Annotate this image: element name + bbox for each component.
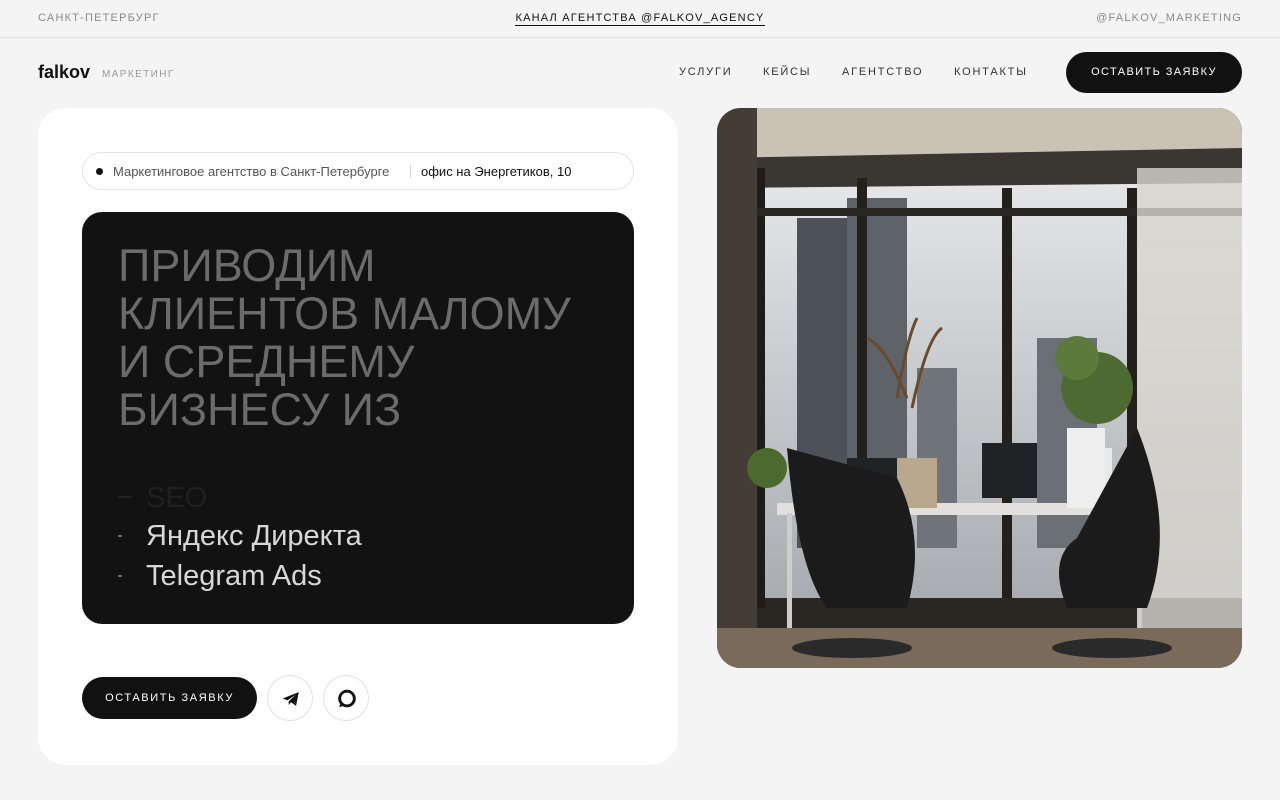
nav-item-services[interactable]: УСЛУГИ bbox=[679, 66, 732, 78]
nav-item-agency[interactable]: АГЕНТСТВО bbox=[842, 66, 923, 78]
channel-link[interactable]: КАНАЛ АГЕНТСТВА @FALKOV_AGENCY bbox=[515, 12, 765, 26]
hero-request-button[interactable]: ОСТАВИТЬ ЗАЯВКУ bbox=[82, 677, 257, 719]
service-bullet-icon bbox=[118, 575, 122, 577]
hero-panel: ПРИВОДИМ КЛИЕНТОВ МАЛОМУ И СРЕДНЕМУ БИЗН… bbox=[82, 212, 634, 624]
office-illustration bbox=[717, 108, 1242, 668]
logo-subtitle: МАРКЕТИНГ bbox=[102, 69, 175, 80]
telegram-icon bbox=[282, 692, 299, 706]
header-request-button[interactable]: ОСТАВИТЬ ЗАЯВКУ bbox=[1066, 52, 1242, 93]
agency-badge: Маркетинговое агентство в Санкт-Петербур… bbox=[82, 152, 634, 190]
chat-icon bbox=[338, 689, 356, 708]
channel-link-wrap: КАНАЛ АГЕНТСТВА @FALKOV_AGENCY bbox=[0, 12, 1280, 26]
badge-text: Маркетинговое агентство в Санкт-Петербур… bbox=[113, 164, 390, 179]
nav-item-cases[interactable]: КЕЙСЫ bbox=[763, 66, 811, 78]
service-item-telegram-ads: Telegram Ads bbox=[146, 560, 322, 592]
hero-headline: ПРИВОДИМ КЛИЕНТОВ МАЛОМУ И СРЕДНЕМУ БИЗН… bbox=[118, 240, 571, 435]
badge-address: офис на Энергетиков, 10 bbox=[421, 164, 572, 179]
hero-card: Маркетинговое агентство в Санкт-Петербур… bbox=[38, 108, 678, 765]
service-bullet-icon bbox=[118, 535, 122, 537]
service-bullet-icon bbox=[118, 496, 132, 498]
office-photo bbox=[717, 108, 1242, 668]
telegram-button[interactable] bbox=[267, 675, 313, 721]
top-bar: САНКТ-ПЕТЕРБУРГ КАНАЛ АГЕНТСТВА @FALKOV_… bbox=[0, 0, 1280, 38]
chat-button[interactable] bbox=[323, 675, 369, 721]
handle-link[interactable]: @FALKOV_MARKETING bbox=[1096, 12, 1242, 24]
service-item-yandex-direct: Яндекс Директа bbox=[146, 520, 362, 552]
nav-item-contacts[interactable]: КОНТАКТЫ bbox=[954, 66, 1028, 78]
service-item-seo: SEO bbox=[146, 482, 208, 514]
bullet-dot-icon bbox=[96, 168, 103, 175]
main-nav: falkov МАРКЕТИНГ УСЛУГИ КЕЙСЫ АГЕНТСТВО … bbox=[0, 38, 1280, 106]
badge-divider bbox=[410, 164, 411, 178]
logo[interactable]: falkov bbox=[38, 62, 90, 83]
